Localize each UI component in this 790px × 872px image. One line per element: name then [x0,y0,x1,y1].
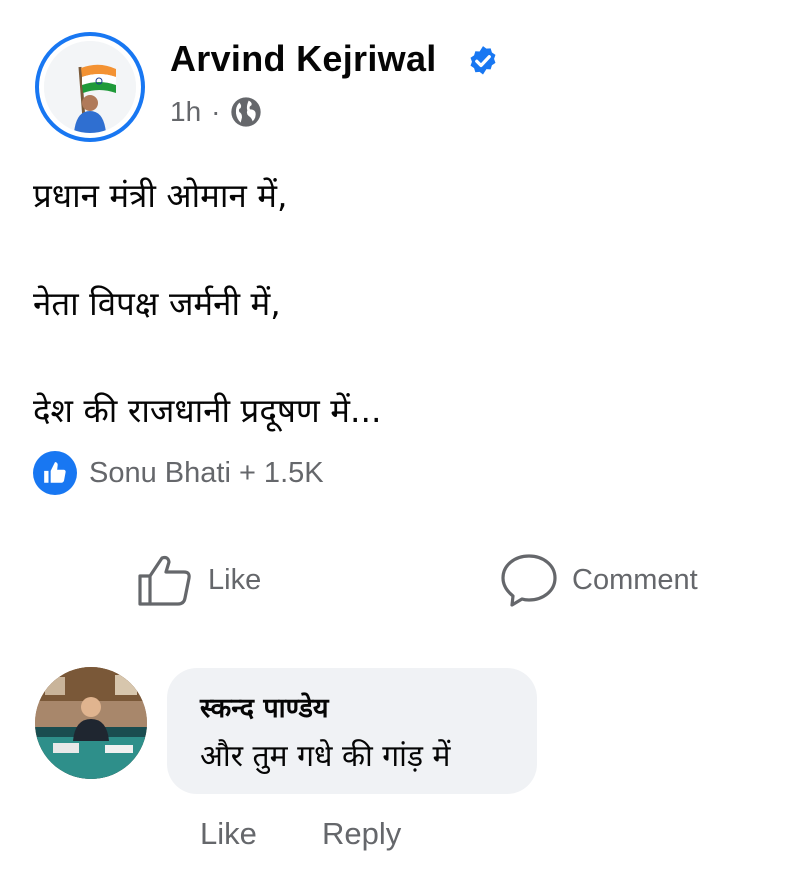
post-text-line-2: नेता विपक्ष जर्मनी में, [33,284,281,323]
post-text-line-1: प्रधान मंत्री ओमान में, [33,176,288,215]
commenter-photo [35,667,147,779]
reactions-summary[interactable]: Sonu Bhati + 1.5K [33,451,324,495]
post-meta: 1h · [170,96,262,128]
comment-label: Comment [572,563,698,596]
comment-text: और तुम गधे की गांड़ में [200,739,451,774]
thumbs-up-icon [138,555,191,606]
like-reaction-icon [33,451,77,495]
author-avatar[interactable] [35,32,145,142]
flag-portrait-graphic [44,41,136,133]
like-button[interactable]: Like [136,552,261,608]
reactions-count: Sonu Bhati + 1.5K [89,456,324,489]
meta-separator: · [211,96,221,127]
comment-like-button[interactable]: Like [200,816,257,852]
commenter-avatar[interactable] [35,667,147,779]
verified-badge-icon [470,46,496,75]
comment-button[interactable]: Comment [500,552,698,608]
author-name[interactable]: Arvind Kejriwal [170,38,437,80]
globe-icon [231,97,262,127]
comment-icon [501,554,557,607]
comment-bubble [167,668,537,794]
post-timestamp[interactable]: 1h [170,96,201,128]
post-text-line-3: देश की राजधानी प्रदूषण में... [33,391,382,430]
comment-reply-button[interactable]: Reply [322,816,401,852]
commenter-name[interactable]: स्कन्द पाण्डेय [200,688,329,725]
author-avatar-image [44,41,136,133]
like-label: Like [208,563,262,596]
